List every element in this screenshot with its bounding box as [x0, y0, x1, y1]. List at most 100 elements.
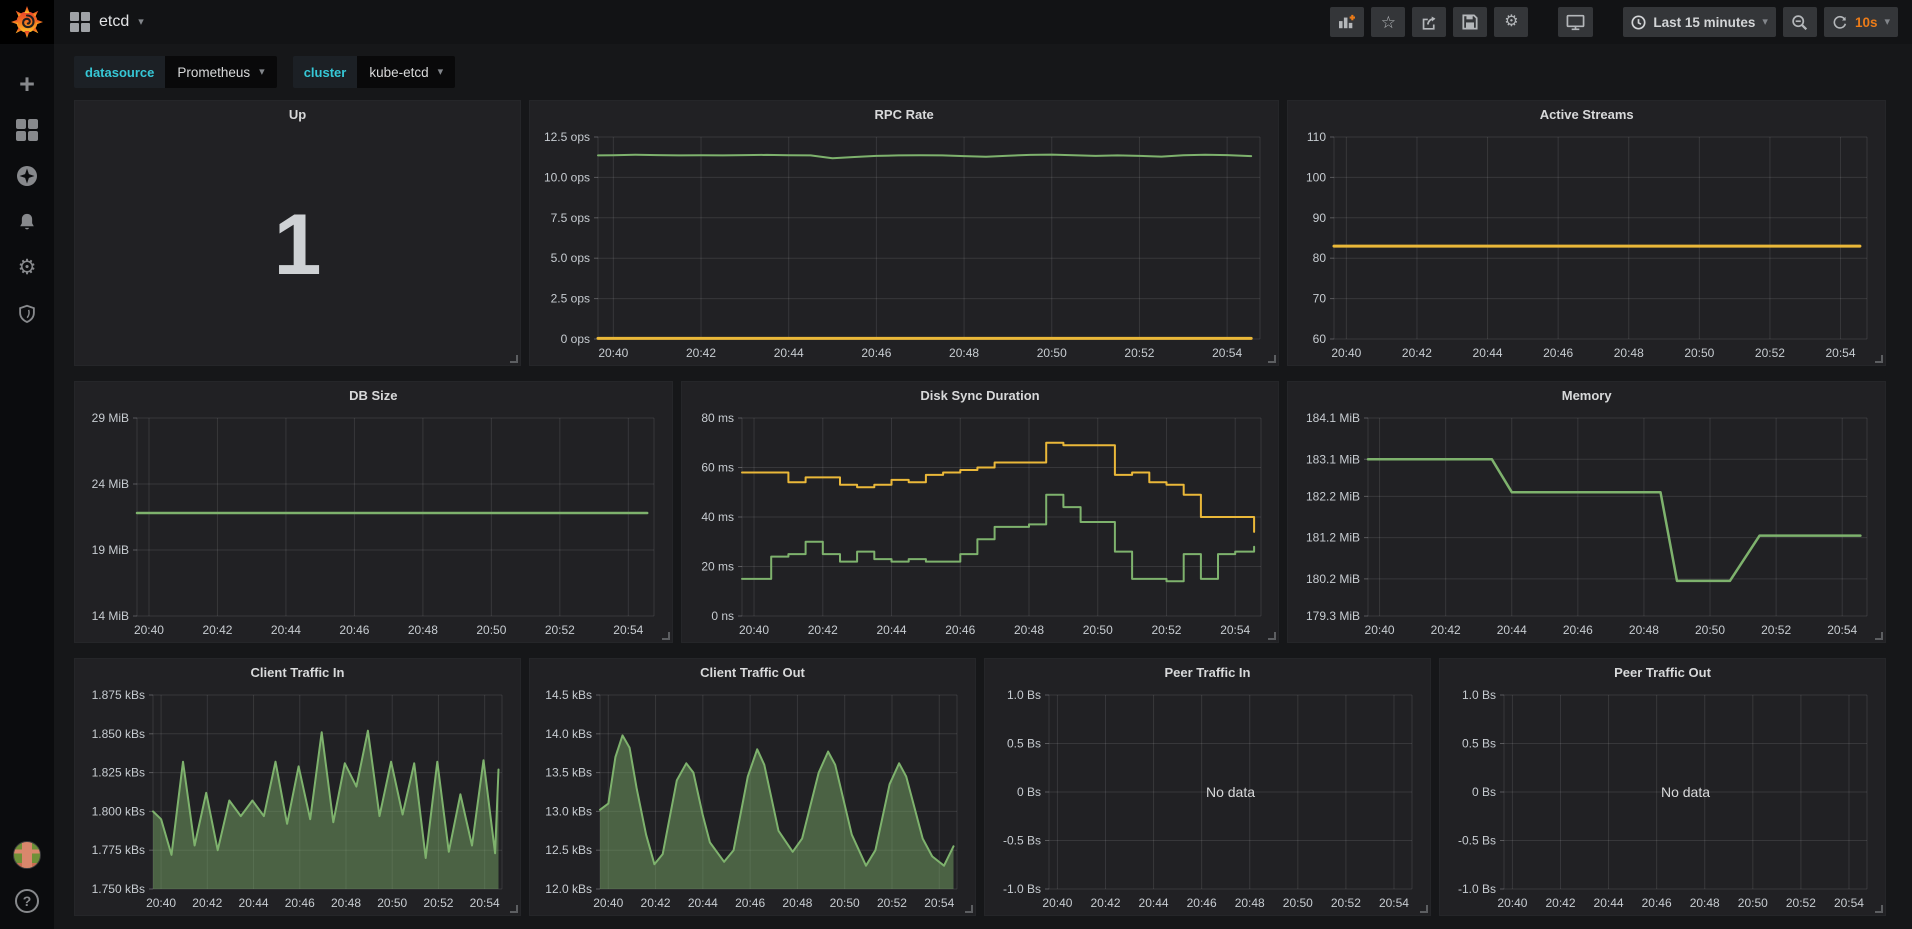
chevron-down-icon: ▾: [1762, 17, 1768, 28]
panel-resize-handle[interactable]: [510, 905, 518, 913]
svg-text:0.5 Bs: 0.5 Bs: [1007, 737, 1041, 751]
panel-title[interactable]: Active Streams: [1288, 101, 1885, 127]
svg-text:1.750 kBs: 1.750 kBs: [92, 882, 145, 896]
svg-text:0 ops: 0 ops: [561, 332, 590, 346]
svg-text:182.2 MiB: 182.2 MiB: [1306, 489, 1360, 503]
svg-text:20:48: 20:48: [1235, 896, 1265, 910]
explore-icon[interactable]: [15, 164, 39, 188]
svg-text:-1.0 Bs: -1.0 Bs: [1003, 882, 1041, 896]
svg-text:183.1 MiB: 183.1 MiB: [1306, 452, 1360, 466]
svg-text:20:40: 20:40: [1497, 896, 1527, 910]
dashboard-settings-button[interactable]: ⚙: [1494, 7, 1528, 37]
svg-text:90: 90: [1313, 211, 1327, 225]
avatar[interactable]: [13, 841, 41, 869]
main-area: etcd ▾ ☆: [54, 0, 1912, 929]
variable-cluster-select[interactable]: kube-etcd ▾: [357, 56, 455, 88]
svg-text:20:50: 20:50: [1283, 896, 1313, 910]
svg-text:20:50: 20:50: [1695, 623, 1725, 637]
svg-text:20:44: 20:44: [876, 623, 906, 637]
svg-text:20:46: 20:46: [1642, 896, 1672, 910]
zoom-out-time-button[interactable]: [1783, 7, 1817, 37]
panel-resize-handle[interactable]: [1875, 355, 1883, 363]
navbar-actions: ☆ ⚙: [1330, 7, 1898, 37]
svg-text:0 Bs: 0 Bs: [1472, 785, 1496, 799]
dashboards-icon[interactable]: [15, 118, 39, 142]
cycle-view-mode-button[interactable]: [1558, 7, 1593, 37]
configuration-icon[interactable]: ⚙: [15, 256, 39, 280]
kiosk-mode-icon: [1566, 14, 1585, 31]
share-dashboard-button[interactable]: [1412, 7, 1446, 37]
chart-client-traffic-in[interactable]: 1.750 kBs1.775 kBs1.800 kBs1.825 kBs1.85…: [79, 685, 516, 913]
chart-client-traffic-out[interactable]: 12.0 kBs12.5 kBs13.0 kBs13.5 kBs14.0 kBs…: [534, 685, 971, 913]
panel-resize-handle[interactable]: [1875, 905, 1883, 913]
panel-title[interactable]: Disk Sync Duration: [682, 382, 1279, 408]
svg-text:20:50: 20:50: [1685, 346, 1715, 360]
alerting-icon[interactable]: [15, 210, 39, 234]
chart-memory[interactable]: 179.3 MiB180.2 MiB181.2 MiB182.2 MiB183.…: [1292, 408, 1881, 640]
star-dashboard-button[interactable]: ☆: [1371, 7, 1405, 37]
panel-resize-handle[interactable]: [1268, 632, 1276, 640]
svg-text:20:44: 20:44: [1473, 346, 1503, 360]
help-icon[interactable]: ?: [15, 889, 39, 913]
sidebar-bottom: ?: [13, 841, 41, 929]
svg-text:20:54: 20:54: [1220, 623, 1250, 637]
singlestat-value: 1: [79, 127, 516, 363]
panel-title[interactable]: Peer Traffic Out: [1440, 659, 1885, 685]
panel-resize-handle[interactable]: [662, 632, 670, 640]
svg-text:20:54: 20:54: [924, 896, 954, 910]
svg-text:24 MiB: 24 MiB: [92, 477, 129, 491]
panel-resize-handle[interactable]: [965, 905, 973, 913]
chart-peer-traffic-out[interactable]: -1.0 Bs-0.5 Bs0 Bs0.5 Bs1.0 Bs20:4020:42…: [1444, 685, 1881, 913]
svg-text:20:52: 20:52: [1124, 346, 1154, 360]
svg-text:20:46: 20:46: [1543, 346, 1573, 360]
create-icon[interactable]: +: [15, 72, 39, 96]
panel-up: Up 1: [74, 100, 521, 366]
svg-text:20:40: 20:40: [134, 623, 164, 637]
panel-resize-handle[interactable]: [510, 355, 518, 363]
svg-text:20:48: 20:48: [1014, 623, 1044, 637]
variable-datasource-select[interactable]: Prometheus ▾: [165, 56, 276, 88]
panel-resize-handle[interactable]: [1420, 905, 1428, 913]
chart-peer-traffic-in[interactable]: -1.0 Bs-0.5 Bs0 Bs0.5 Bs1.0 Bs20:4020:42…: [989, 685, 1426, 913]
chevron-down-icon: ▾: [438, 67, 444, 78]
variable-datasource: datasource Prometheus ▾: [74, 56, 277, 88]
svg-text:No data: No data: [1661, 784, 1710, 800]
chart-rpc-rate[interactable]: 0 ops2.5 ops5.0 ops7.5 ops10.0 ops12.5 o…: [534, 127, 1274, 363]
svg-text:20:40: 20:40: [1042, 896, 1072, 910]
panel-memory: Memory 179.3 MiB180.2 MiB181.2 MiB182.2 …: [1287, 381, 1886, 643]
server-admin-icon[interactable]: [15, 302, 39, 326]
refresh-picker[interactable]: 10s ▾: [1824, 7, 1898, 37]
svg-text:70: 70: [1313, 292, 1327, 306]
chart-active-streams[interactable]: 6070809010011020:4020:4220:4420:4620:482…: [1292, 127, 1881, 363]
panel-title[interactable]: Client Traffic Out: [530, 659, 975, 685]
panel-title[interactable]: Peer Traffic In: [985, 659, 1430, 685]
panel-title[interactable]: Client Traffic In: [75, 659, 520, 685]
sidebar: + ⚙: [0, 0, 54, 929]
panel-title[interactable]: RPC Rate: [530, 101, 1278, 127]
svg-text:20:48: 20:48: [949, 346, 979, 360]
chart-disk-sync-duration[interactable]: 0 ns20 ms40 ms60 ms80 ms20:4020:4220:442…: [686, 408, 1275, 640]
panel-title[interactable]: Memory: [1288, 382, 1885, 408]
grafana-logo[interactable]: [0, 0, 54, 44]
svg-text:184.1 MiB: 184.1 MiB: [1306, 411, 1360, 425]
panel-title[interactable]: DB Size: [75, 382, 672, 408]
svg-text:20:52: 20:52: [423, 896, 453, 910]
save-dashboard-button[interactable]: [1453, 7, 1487, 37]
panel-resize-handle[interactable]: [1268, 355, 1276, 363]
time-range-picker[interactable]: Last 15 minutes ▾: [1623, 7, 1776, 37]
panel-title[interactable]: Up: [75, 101, 520, 127]
dashboard-title-menu[interactable]: etcd ▾: [70, 12, 144, 32]
svg-text:1.0 Bs: 1.0 Bs: [1462, 688, 1496, 702]
panel-client-traffic-out: Client Traffic Out 12.0 kBs12.5 kBs13.0 …: [529, 658, 976, 916]
chart-db-size[interactable]: 14 MiB19 MiB24 MiB29 MiB20:4020:4220:442…: [79, 408, 668, 640]
svg-text:20:52: 20:52: [1786, 896, 1816, 910]
clock-icon: [1631, 15, 1646, 30]
svg-text:20:54: 20:54: [470, 896, 500, 910]
svg-text:20:44: 20:44: [1139, 896, 1169, 910]
add-panel-button[interactable]: [1330, 7, 1364, 37]
svg-text:181.2 MiB: 181.2 MiB: [1306, 531, 1360, 545]
svg-text:10.0 ops: 10.0 ops: [544, 170, 590, 184]
svg-text:20:40: 20:40: [598, 346, 628, 360]
panel-resize-handle[interactable]: [1875, 632, 1883, 640]
svg-text:20:54: 20:54: [1379, 896, 1409, 910]
